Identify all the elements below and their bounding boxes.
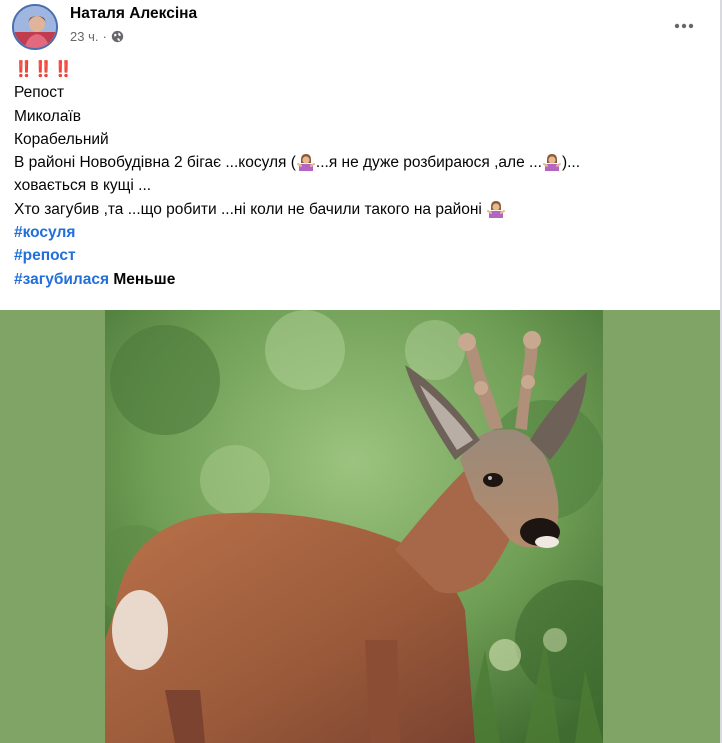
globe-icon[interactable] (111, 30, 124, 43)
hashtag-line: #репост (14, 244, 704, 267)
see-less-link[interactable]: Меньше (113, 271, 175, 288)
text-line-repost: Репост (14, 84, 65, 102)
text-segment: Хто загубив ,та ...що робити ...ні коли … (14, 200, 487, 218)
post-meta: 23 ч. · (70, 29, 124, 44)
post-header: Наталя Алексіна 23 ч. · (12, 4, 712, 52)
hashtag-line: #загубилася Меньше (14, 268, 704, 291)
author-avatar[interactable] (12, 4, 58, 50)
author-name[interactable]: Наталя Алексіна (70, 5, 197, 23)
shrug-woman-icon (487, 200, 506, 218)
text-segment: ...я не дуже розбираюся ,але ... (315, 154, 542, 172)
more-options-icon (674, 23, 694, 29)
alert-marks: ‼️‼️‼️ (14, 61, 74, 78)
post-timestamp[interactable]: 23 ч. (70, 29, 98, 44)
hashtag-link[interactable]: #загубилася (14, 271, 109, 288)
more-options-button[interactable] (666, 8, 702, 44)
text-line-district: Корабельний (14, 130, 109, 148)
text-segment: )... (561, 154, 581, 172)
text-segment: В районі Новобудівна 2 бігає ...косуля ( (14, 154, 296, 172)
roe-deer-photo[interactable] (105, 310, 603, 743)
meta-separator: · (102, 29, 107, 44)
text-line-question: Хто загубив ,та ...що робити ...ні коли … (14, 198, 704, 221)
shrug-woman-icon (542, 154, 561, 172)
facebook-post: Наталя Алексіна 23 ч. · ‼️‼️‼️ Репост Ми… (0, 0, 722, 743)
text-line-location: В районі Новобудівна 2 бігає ...косуля (… (14, 151, 704, 174)
post-text: ‼️‼️‼️ Репост Миколаїв Корабельний В рай… (14, 58, 704, 291)
hashtag-line: #косуля (14, 221, 704, 244)
text-line-hiding: ховається в кущі ... (14, 177, 152, 195)
post-photo-container[interactable] (0, 310, 720, 743)
text-line-city: Миколаїв (14, 107, 82, 125)
hashtag-link[interactable]: #репост (14, 247, 76, 264)
shrug-woman-icon (296, 154, 315, 172)
avatar-photo (14, 6, 56, 48)
hashtag-link[interactable]: #косуля (14, 224, 75, 241)
